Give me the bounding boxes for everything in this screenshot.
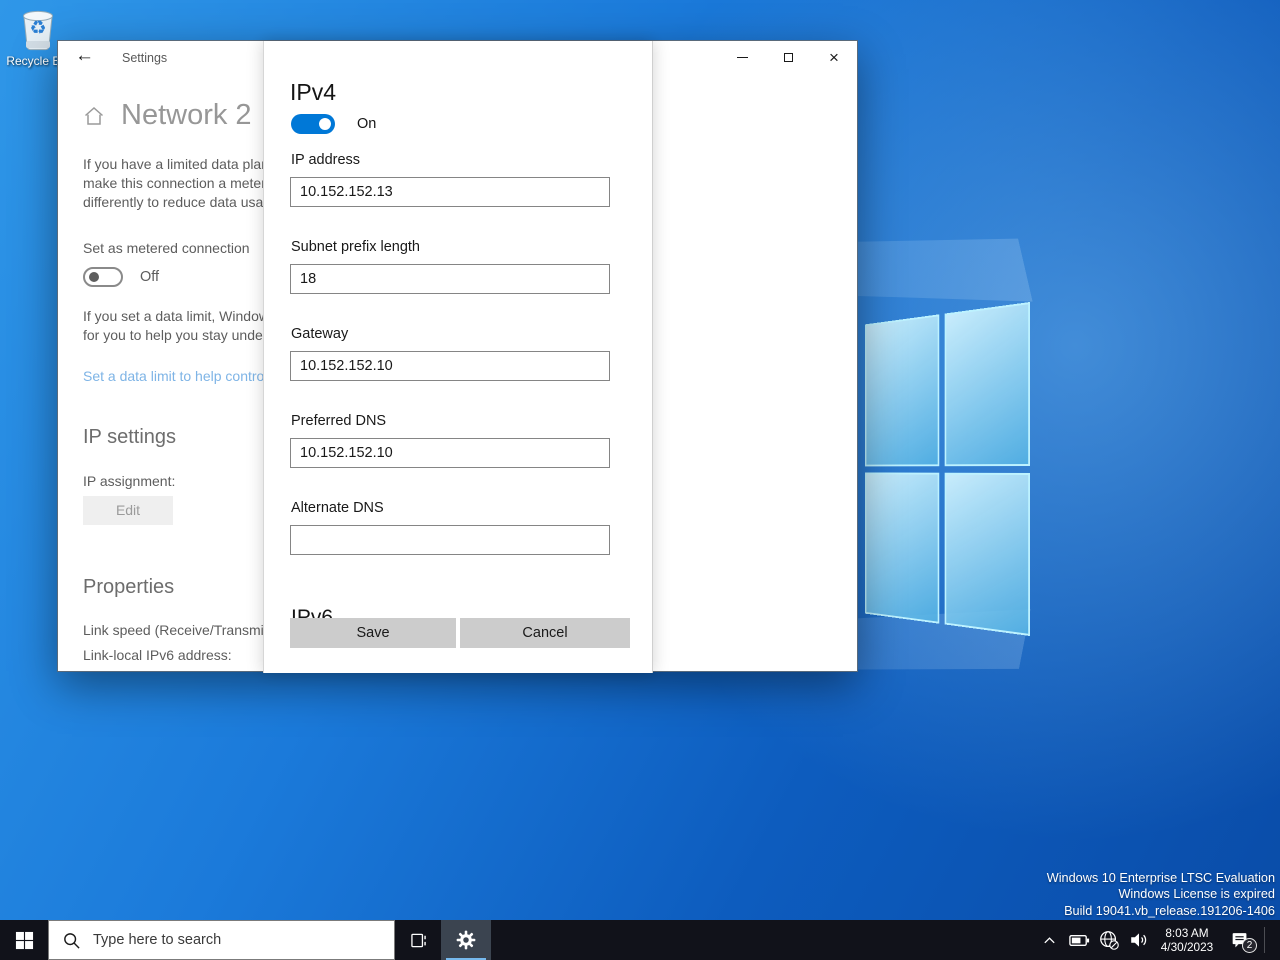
subnet-prefix-input[interactable]	[290, 264, 610, 294]
subnet-prefix-label: Subnet prefix length	[291, 239, 420, 255]
toggle-state-label: On	[357, 116, 376, 132]
ip-address-label: IP address	[291, 152, 360, 168]
cancel-button[interactable]: Cancel	[460, 618, 630, 648]
metered-connection-label: Set as metered connection	[83, 240, 250, 256]
minimize-button[interactable]	[719, 41, 765, 74]
maximize-button[interactable]	[765, 41, 811, 74]
action-center-button[interactable]: 2	[1222, 920, 1258, 960]
close-button[interactable]: ×	[811, 41, 857, 74]
ipv4-heading: IPv4	[290, 79, 336, 106]
watermark-line: Windows License is expired	[1047, 886, 1275, 903]
watermark-line: Build 19041.vb_release.191206-1406	[1047, 903, 1275, 920]
watermark-line: Windows 10 Enterprise LTSC Evaluation	[1047, 870, 1275, 887]
system-tray: 8:03 AM 4/30/2023 2	[1036, 920, 1280, 960]
properties-heading: Properties	[83, 576, 174, 599]
tray-chevron-button[interactable]	[1036, 920, 1062, 960]
battery-tray-button[interactable]	[1066, 920, 1092, 960]
task-view-icon	[408, 930, 429, 951]
taskbar-search[interactable]	[48, 920, 395, 960]
task-view-button[interactable]	[395, 920, 441, 960]
minimize-icon	[737, 57, 748, 58]
toggle-on-icon[interactable]	[291, 114, 335, 134]
ip-settings-heading: IP settings	[83, 426, 176, 449]
battery-icon	[1068, 929, 1091, 952]
notification-badge: 2	[1242, 938, 1257, 953]
start-button[interactable]	[0, 920, 48, 960]
settings-window: ← Settings × Network 2 If you have a lim…	[57, 40, 858, 672]
windows-watermark: Windows 10 Enterprise LTSC Evaluation Wi…	[1047, 870, 1275, 920]
chevron-up-icon	[1042, 933, 1057, 948]
back-button[interactable]: ←	[75, 45, 94, 67]
preferred-dns-label: Preferred DNS	[291, 413, 386, 429]
preferred-dns-input[interactable]	[290, 438, 610, 468]
save-button[interactable]: Save	[290, 618, 456, 648]
gateway-label: Gateway	[291, 326, 348, 342]
search-input[interactable]	[93, 932, 353, 948]
metered-toggle[interactable]: Off	[83, 267, 159, 287]
toggle-knob	[319, 118, 331, 130]
ipv4-toggle[interactable]: On	[291, 114, 376, 134]
window-controls: ×	[719, 41, 857, 74]
screen: ♻ Recycle Bin Windows 10 Enterprise LTSC…	[0, 0, 1280, 960]
home-icon	[83, 105, 105, 127]
toggle-state-label: Off	[140, 269, 159, 285]
close-icon: ×	[829, 49, 839, 66]
link-local-label: Link-local IPv6 address:	[83, 647, 232, 663]
windows-logo-pane	[944, 302, 1030, 466]
windows-logo-pane	[944, 472, 1030, 636]
clock-date: 4/30/2023	[1158, 940, 1216, 955]
recycle-bin-icon: ♻	[18, 5, 58, 53]
search-icon	[62, 931, 81, 950]
taskbar: 8:03 AM 4/30/2023 2	[0, 920, 1280, 960]
speaker-icon	[1128, 929, 1150, 951]
gear-icon	[455, 929, 477, 951]
edit-ip-button[interactable]: Edit	[83, 496, 173, 525]
globe-no-internet-icon	[1098, 929, 1120, 951]
network-tray-button[interactable]	[1096, 920, 1122, 960]
alternate-dns-label: Alternate DNS	[291, 500, 384, 516]
toggle-knob	[89, 272, 99, 282]
edit-ip-dialog: IPv4 On IP address Subnet prefix length …	[263, 41, 653, 673]
window-title: Settings	[122, 51, 167, 65]
page-title: Network 2	[121, 99, 252, 132]
windows-logo-wallpaper	[865, 302, 1030, 636]
alternate-dns-input[interactable]	[290, 525, 610, 555]
link-speed-label: Link speed (Receive/Transmit):	[83, 622, 276, 638]
windows-start-icon	[15, 931, 34, 950]
taskbar-clock[interactable]: 8:03 AM 4/30/2023	[1156, 926, 1218, 955]
ip-address-input[interactable]	[290, 177, 610, 207]
windows-logo-pane	[865, 314, 939, 466]
gateway-input[interactable]	[290, 351, 610, 381]
maximize-icon	[784, 53, 793, 62]
settings-taskbar-button[interactable]	[441, 920, 491, 960]
windows-logo-pane	[865, 472, 939, 624]
toggle-off-icon[interactable]	[83, 267, 123, 287]
tray-separator	[1264, 927, 1265, 953]
ip-assignment-label: IP assignment:	[83, 473, 175, 489]
volume-tray-button[interactable]	[1126, 920, 1152, 960]
page-title-row: Network 2	[83, 99, 252, 132]
clock-time: 8:03 AM	[1158, 926, 1216, 941]
recycle-arrows-glyph: ♻	[18, 17, 58, 40]
